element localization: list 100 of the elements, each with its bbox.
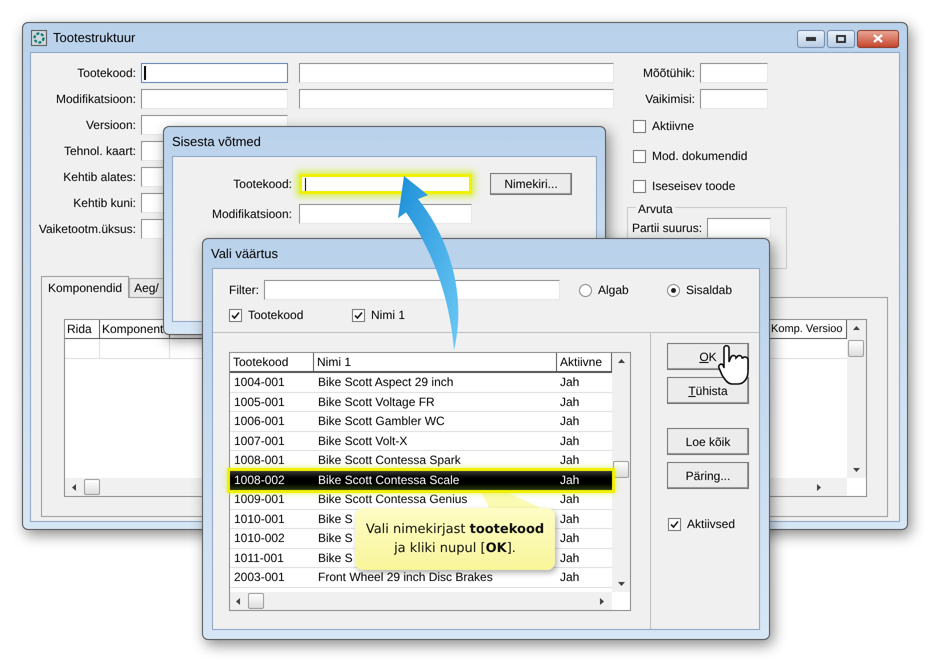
up-arrow-icon[interactable] bbox=[618, 359, 624, 363]
table-cell: Jah bbox=[560, 434, 580, 448]
scrollbar-thumb[interactable] bbox=[848, 340, 864, 357]
table-cell: Jah bbox=[560, 453, 580, 468]
table-row[interactable]: 1008-002 Bike Scott Contessa Scale Jah bbox=[230, 470, 612, 490]
app-icon bbox=[31, 30, 47, 46]
field-label: Vaikimisi: bbox=[644, 91, 696, 108]
list-button[interactable]: Nimekiri... bbox=[490, 173, 572, 195]
table-cell: 1007-001 bbox=[234, 434, 285, 448]
scrollbar-thumb[interactable] bbox=[248, 593, 264, 609]
horizontal-scrollbar[interactable] bbox=[230, 592, 612, 610]
table-cell: Bike Scott Contessa Genius bbox=[318, 492, 468, 506]
checkbox[interactable] bbox=[352, 308, 365, 322]
input-field[interactable] bbox=[700, 89, 768, 109]
scrollbar-thumb[interactable] bbox=[84, 479, 100, 495]
table-cell: 1005-001 bbox=[234, 394, 285, 409]
tab[interactable]: Komponendid bbox=[41, 276, 130, 298]
checkbox[interactable] bbox=[633, 180, 646, 192]
checkmark-icon bbox=[231, 310, 240, 320]
column-header[interactable]: Rida bbox=[65, 320, 100, 338]
input-field[interactable] bbox=[299, 63, 614, 83]
input-field[interactable] bbox=[299, 89, 614, 109]
input-field[interactable] bbox=[141, 89, 288, 109]
vertical-scrollbar[interactable] bbox=[847, 320, 866, 478]
checkbox-label: Mod. dokumendid bbox=[652, 148, 748, 165]
tab[interactable]: Aeg/ bbox=[129, 278, 164, 297]
dialog-button[interactable]: Loe kõik bbox=[667, 428, 749, 455]
left-arrow-icon[interactable] bbox=[72, 484, 76, 490]
table-cell: Bike S bbox=[318, 550, 353, 565]
table-cell: 1009-001 bbox=[234, 492, 285, 506]
radio-label: Sisaldab bbox=[686, 282, 732, 299]
table-cell: Bike Scott Volt-X bbox=[318, 434, 408, 448]
scrollbar-thumb[interactable] bbox=[613, 461, 629, 478]
maximize-button[interactable] bbox=[827, 30, 855, 48]
down-arrow-icon[interactable] bbox=[853, 468, 860, 472]
minimize-button[interactable] bbox=[797, 30, 825, 48]
checkbox[interactable] bbox=[633, 120, 646, 132]
up-arrow-icon[interactable] bbox=[853, 326, 860, 330]
table-cell: Jah bbox=[560, 375, 580, 390]
right-arrow-icon[interactable] bbox=[817, 484, 821, 490]
dialog-button[interactable]: Tühista bbox=[667, 377, 749, 404]
table-cell: Jah bbox=[560, 512, 580, 526]
table-cell: Bike Scott Gambler WC bbox=[318, 414, 445, 428]
table-cell: Jah bbox=[560, 492, 580, 506]
field-label: Versioon: bbox=[84, 117, 137, 134]
checkbox-label: Nimi 1 bbox=[371, 307, 406, 324]
radio-button[interactable] bbox=[667, 284, 680, 296]
input-field[interactable] bbox=[700, 63, 768, 83]
field-label: Partii suurus: bbox=[632, 220, 704, 237]
table-cell: 1008-002 bbox=[234, 473, 285, 488]
column-header[interactable]: Tootekood bbox=[230, 353, 314, 371]
radio-button[interactable] bbox=[579, 284, 592, 296]
checkbox[interactable] bbox=[229, 308, 242, 322]
field-label: Filter: bbox=[229, 282, 260, 299]
field-label: Tootekood: bbox=[76, 65, 137, 82]
left-arrow-icon[interactable] bbox=[236, 598, 240, 604]
checkbox[interactable] bbox=[633, 150, 646, 162]
checkbox-label: Tootekood bbox=[248, 307, 304, 324]
vertical-scrollbar[interactable] bbox=[612, 353, 630, 592]
close-button[interactable] bbox=[857, 30, 899, 48]
table-cell: Jah bbox=[560, 570, 580, 584]
dialog-button[interactable]: Päring... bbox=[667, 462, 749, 489]
checkbox-label: Aktiivsed bbox=[687, 516, 736, 533]
table-cell: 1004-001 bbox=[234, 375, 285, 390]
radio-label: Algab bbox=[598, 282, 629, 299]
table-row[interactable]: 1005-001 Bike Scott Voltage FR Jah bbox=[230, 392, 612, 412]
table-row[interactable]: 1004-001 Bike Scott Aspect 29 inch Jah bbox=[230, 373, 612, 392]
text-cursor bbox=[305, 178, 306, 190]
checkmark-icon bbox=[670, 520, 679, 528]
table-row[interactable]: 1007-001 Bike Scott Volt-X Jah bbox=[230, 432, 612, 451]
right-arrow-icon[interactable] bbox=[600, 598, 604, 604]
input-field[interactable] bbox=[707, 218, 772, 238]
table-cell: 1006-001 bbox=[234, 414, 285, 428]
field-label: Modifikatsioon: bbox=[54, 91, 137, 108]
table-cell: Jah bbox=[560, 531, 580, 546]
field-label: Kehtib alates: bbox=[62, 169, 137, 186]
table-cell: Bike S bbox=[318, 512, 353, 526]
field-label: Vaiketootm.üksus: bbox=[38, 221, 137, 238]
field-label: Mõõtühik: bbox=[642, 65, 696, 82]
table-cell: 1008-001 bbox=[234, 453, 285, 468]
input-field[interactable] bbox=[264, 280, 560, 300]
text-cursor bbox=[144, 66, 146, 80]
table-cell: Bike S bbox=[318, 531, 353, 546]
field-label: Kehtib kuni: bbox=[72, 195, 137, 212]
table-cell: 2003-001 bbox=[234, 570, 285, 584]
table-cell: Bike Scott Contessa Spark bbox=[318, 453, 461, 468]
table-cell: Jah bbox=[560, 414, 580, 428]
table-row[interactable]: 1006-001 Bike Scott Gambler WC Jah bbox=[230, 412, 612, 432]
window-title: Tootestruktuur bbox=[53, 28, 136, 47]
window-title: Vali väärtus bbox=[211, 244, 278, 263]
down-arrow-icon[interactable] bbox=[618, 582, 624, 586]
table-cell: Jah bbox=[560, 550, 580, 565]
table-cell: 1010-001 bbox=[234, 512, 285, 526]
table-cell: 1010-002 bbox=[234, 531, 285, 546]
window-title: Sisesta võtmed bbox=[172, 132, 261, 151]
checkbox[interactable] bbox=[668, 518, 681, 530]
column-header[interactable]: Nimi 1 bbox=[314, 353, 557, 371]
input-field[interactable] bbox=[141, 63, 288, 83]
field-label: Tootekood: bbox=[232, 176, 293, 193]
table-cell: Bike Scott Contessa Scale bbox=[318, 473, 460, 488]
